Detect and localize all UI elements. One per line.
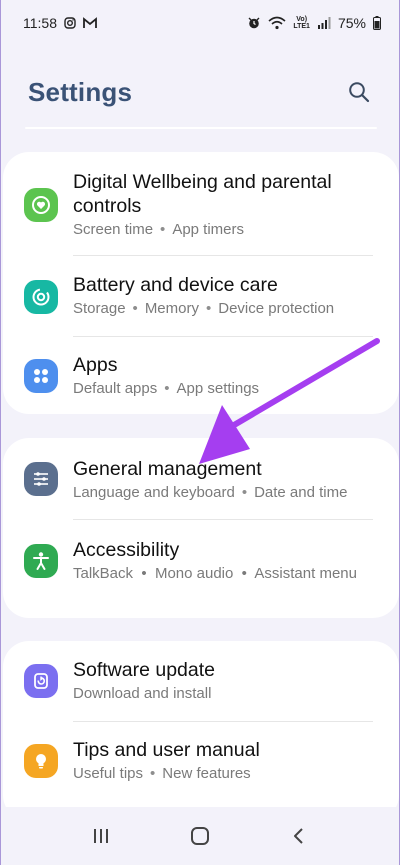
alarm-icon <box>247 16 261 30</box>
status-left: 11:58 <box>23 15 97 31</box>
item-subtitle: Default apps • App settings <box>73 380 260 397</box>
signal-icon <box>317 17 331 29</box>
item-title: Accessibility <box>73 539 180 561</box>
item-title: General management <box>73 458 262 480</box>
subtitle-part: Screen time <box>73 221 154 238</box>
settings-item-digital-wellbeing[interactable]: Digital Wellbeing and parental controls … <box>3 152 399 255</box>
subtitle-part: Device protection <box>218 300 335 317</box>
tips-icon <box>24 744 58 778</box>
subtitle-part: App timers <box>172 221 245 238</box>
item-subtitle: Download and install <box>73 684 373 704</box>
header-divider <box>25 127 377 129</box>
network-label-top: Vo) <box>296 16 308 23</box>
navigation-bar <box>1 807 399 865</box>
item-title: Software update <box>73 659 216 681</box>
software-update-icon <box>24 664 58 698</box>
subtitle-part: Useful tips <box>73 765 144 782</box>
item-subtitle: Useful tips • New features <box>73 765 251 782</box>
home-button[interactable] <box>180 816 220 856</box>
settings-item-general-management[interactable]: General management Language and keyboard… <box>3 438 399 519</box>
settings-item-accessibility[interactable]: Accessibility TalkBack • Mono audio • As… <box>3 520 399 618</box>
status-right: Vo) LTE1 75% <box>247 15 381 31</box>
home-icon <box>190 827 209 845</box>
item-subtitle: Language and keyboard • Date and time <box>73 484 348 501</box>
search-button[interactable] <box>343 76 375 108</box>
subtitle-part: Storage <box>73 300 126 317</box>
settings-item-software-update[interactable]: Software update Download and install <box>3 641 399 721</box>
item-subtitle: TalkBack • Mono audio • Assistant menu <box>73 565 357 582</box>
digital-wellbeing-icon <box>24 188 58 222</box>
settings-screen: 11:58 Vo) LTE1 75% Settings Digital Well… <box>0 0 400 865</box>
settings-card-2: General management Language and keyboard… <box>3 438 399 618</box>
subtitle-part: Language and keyboard <box>73 484 235 501</box>
status-time: 11:58 <box>23 15 57 31</box>
accessibility-icon <box>24 544 58 578</box>
recents-button[interactable] <box>81 816 121 856</box>
settings-card-1: Digital Wellbeing and parental controls … <box>3 152 399 414</box>
subtitle-part: Date and time <box>254 484 348 501</box>
item-title: Tips and user manual <box>73 739 260 761</box>
back-icon <box>294 828 304 844</box>
subtitle-part: Default apps <box>73 380 158 397</box>
item-title: Digital Wellbeing and parental controls <box>73 171 332 217</box>
subtitle-part: Memory <box>144 300 199 317</box>
instagram-icon <box>64 17 76 29</box>
battery-percent: 75% <box>337 15 366 31</box>
device-care-icon <box>24 280 58 314</box>
item-title: Battery and device care <box>73 274 278 296</box>
apps-icon <box>24 359 58 393</box>
item-subtitle: Screen time • App timers <box>73 221 245 238</box>
status-bar: 11:58 Vo) LTE1 75% <box>1 0 399 46</box>
item-subtitle: Storage • Memory • Device protection <box>73 300 335 317</box>
gmail-icon <box>83 17 97 29</box>
network-label-bottom: LTE1 <box>293 23 310 30</box>
general-management-icon <box>24 462 58 496</box>
settings-item-tips-user-manual[interactable]: Tips and user manual Useful tips • New fea… <box>3 722 399 802</box>
item-title: Apps <box>73 354 118 376</box>
volte-icon: Vo) LTE1 <box>293 16 310 30</box>
header: Settings <box>28 70 375 114</box>
recents-icon <box>93 829 108 843</box>
subtitle-part: New features <box>162 765 251 782</box>
settings-item-battery-device-care[interactable]: Battery and device care Storage • Memory • D… <box>3 256 399 336</box>
wifi-icon <box>268 16 286 30</box>
battery-icon <box>373 16 381 30</box>
subtitle-part: Download and install <box>73 685 212 702</box>
search-icon <box>349 82 370 103</box>
page-title: Settings <box>28 76 133 107</box>
settings-item-apps[interactable]: Apps Default apps • App settings <box>3 337 399 414</box>
back-button[interactable] <box>279 816 319 856</box>
subtitle-part: App settings <box>176 380 260 397</box>
settings-card-3: Software update Download and install Tip… <box>3 641 399 821</box>
